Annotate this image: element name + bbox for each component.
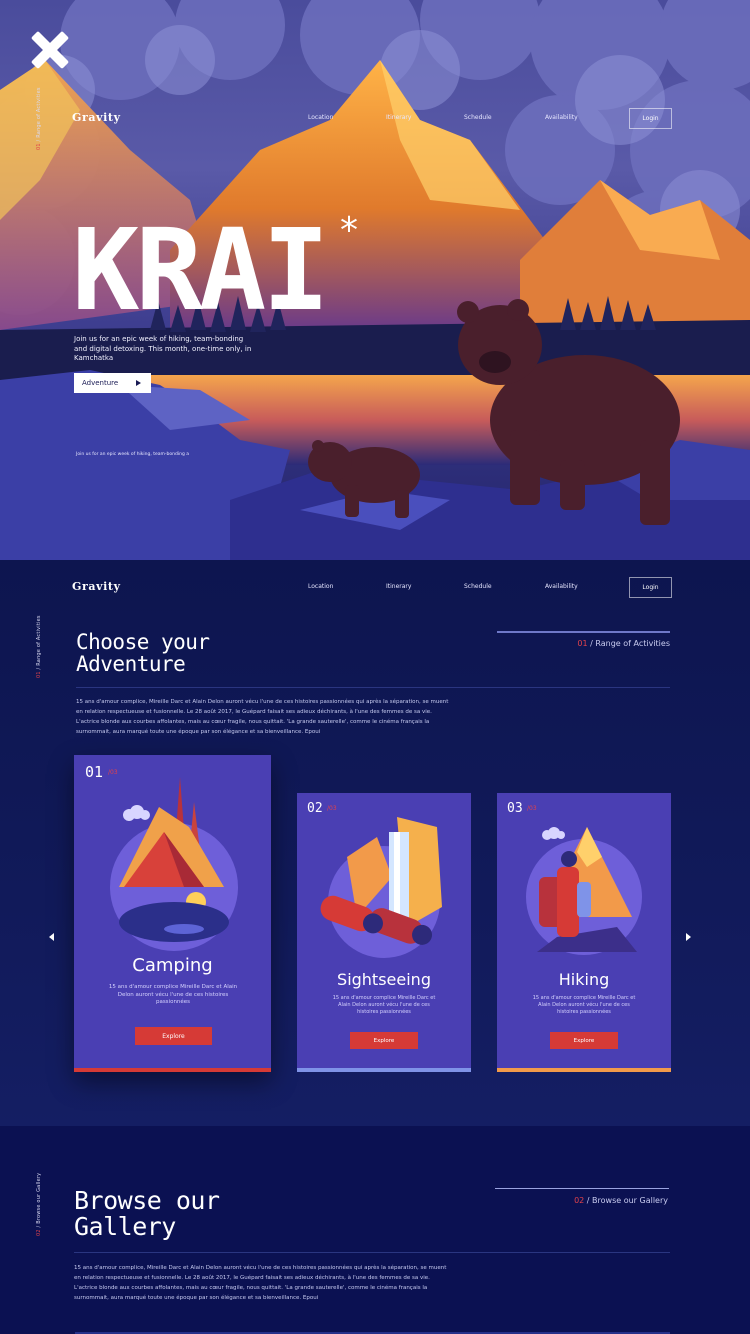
nav-schedule-2[interactable]: Schedule	[464, 583, 492, 590]
section-tag-text: / Range of Activities	[590, 639, 670, 648]
card-number: 01	[85, 763, 104, 781]
nav-location[interactable]: Location	[308, 114, 333, 121]
nav-itinerary-2[interactable]: Itinerary	[386, 583, 411, 590]
section-divider	[76, 687, 670, 688]
adventure-button[interactable]: Adventure	[74, 373, 151, 393]
nav-location-2[interactable]: Location	[308, 583, 333, 590]
gallery-title-line1: Browse our	[74, 1186, 220, 1215]
gallery-paragraph: 15 ans d'amour complice, Mireille Darc e…	[74, 1265, 447, 1301]
card-accent-bar	[497, 1068, 671, 1072]
brand-logo[interactable]: Gravity	[72, 111, 121, 124]
side-label-text: / Range of Activities	[36, 87, 42, 142]
nav-schedule[interactable]: Schedule	[464, 114, 492, 121]
brand-logo-2[interactable]: Gravity	[72, 580, 121, 593]
hero-caption: Join us for an epic week of hiking, team…	[76, 452, 189, 457]
top-nav: Gravity Location Itinerary Schedule Avai…	[72, 108, 672, 130]
card-hiking[interactable]: 03 /03 Hiking 15 ans d'amour complice Mi…	[497, 793, 671, 1072]
gallery-title: Browse our Gallery	[74, 1188, 220, 1240]
nav-availability-2[interactable]: Availability	[545, 583, 578, 590]
card-accent-bar	[74, 1068, 271, 1072]
section-tag-number: 01	[577, 639, 588, 648]
gallery-tag-text: / Browse our Gallery	[586, 1196, 668, 1205]
card-description: 15 ans d'amour complice Mireille Darc et…	[108, 984, 238, 1005]
card-sightseeing[interactable]: 02 /03 Sightseeing 15 ans d'amour compli…	[297, 793, 471, 1072]
section-title: Choose your Adventure	[76, 631, 210, 675]
card-camping[interactable]: 01 /03 Camping 15 ans d'amour complice M…	[74, 755, 271, 1072]
gallery-divider	[74, 1252, 670, 1253]
close-icon[interactable]	[30, 30, 70, 70]
nav-availability[interactable]: Availability	[545, 114, 578, 121]
hiking-illustration	[526, 827, 642, 955]
card-description: 15 ans d'amour complice Mireille Darc et…	[532, 995, 636, 1015]
gallery-tag-number: 02	[574, 1196, 585, 1205]
sightseeing-illustration	[320, 817, 442, 958]
card-description: 15 ans d'amour complice Mireille Darc et…	[332, 995, 436, 1015]
card-title: Sightseeing	[337, 970, 431, 989]
side-label-number: 01	[36, 143, 42, 150]
card-explore-button[interactable]: Explore	[135, 1027, 212, 1045]
camping-illustration	[110, 777, 238, 951]
side-label-number-3: 02	[36, 1229, 42, 1236]
section-nav: Gravity Location Itinerary Schedule Avai…	[72, 577, 672, 599]
section-paragraph: 15 ans d'amour complice, Mireille Darc e…	[76, 699, 449, 735]
hero-title: KRAI	[72, 206, 330, 336]
side-label-number-2: 01	[36, 671, 42, 678]
login-button-2[interactable]: Login	[629, 577, 672, 598]
adventure-section: Gravity Location Itinerary Schedule Avai…	[0, 560, 750, 1126]
card-explore-button[interactable]: Explore	[350, 1032, 418, 1049]
gallery-title-line2: Gallery	[74, 1212, 176, 1241]
chevron-right-icon[interactable]	[686, 933, 691, 941]
gallery-divider-top	[495, 1188, 669, 1189]
card-title: Hiking	[558, 970, 610, 989]
arrow-right-icon	[136, 380, 141, 386]
hero-title-asterisk: *	[340, 210, 358, 251]
hero-section: 01 / Range of Activities Gravity Locatio…	[0, 0, 750, 560]
gallery-section: 02 / Browse our Gallery Browse our Galle…	[0, 1126, 750, 1334]
gallery-tag: 02 / Browse our Gallery	[574, 1196, 668, 1205]
side-label-text-3: / Browse our Gallery	[36, 1172, 42, 1228]
adventure-button-label: Adventure	[82, 379, 119, 387]
chevron-left-icon[interactable]	[49, 933, 54, 941]
card-title: Camping	[132, 955, 213, 976]
side-label-text-2: / Range of Activities	[36, 615, 42, 670]
card-explore-button[interactable]: Explore	[550, 1032, 618, 1049]
side-section-label-2: 01 / Range of Activities	[36, 615, 42, 678]
card-accent-bar	[297, 1068, 471, 1072]
section-divider-top	[497, 631, 670, 633]
card-number-total: /03	[108, 769, 118, 776]
nav-itinerary[interactable]: Itinerary	[386, 114, 411, 121]
section-title-line2: Adventure	[76, 652, 186, 676]
section-title-line1: Choose your	[76, 630, 210, 654]
hero-description: Join us for an epic week of hiking, team…	[74, 335, 252, 362]
side-section-label-3: 02 / Browse our Gallery	[36, 1173, 42, 1236]
section-tag: 01 / Range of Activities	[577, 639, 670, 648]
side-section-label: 01 / Range of Activities	[36, 87, 42, 150]
login-button[interactable]: Login	[629, 108, 672, 129]
